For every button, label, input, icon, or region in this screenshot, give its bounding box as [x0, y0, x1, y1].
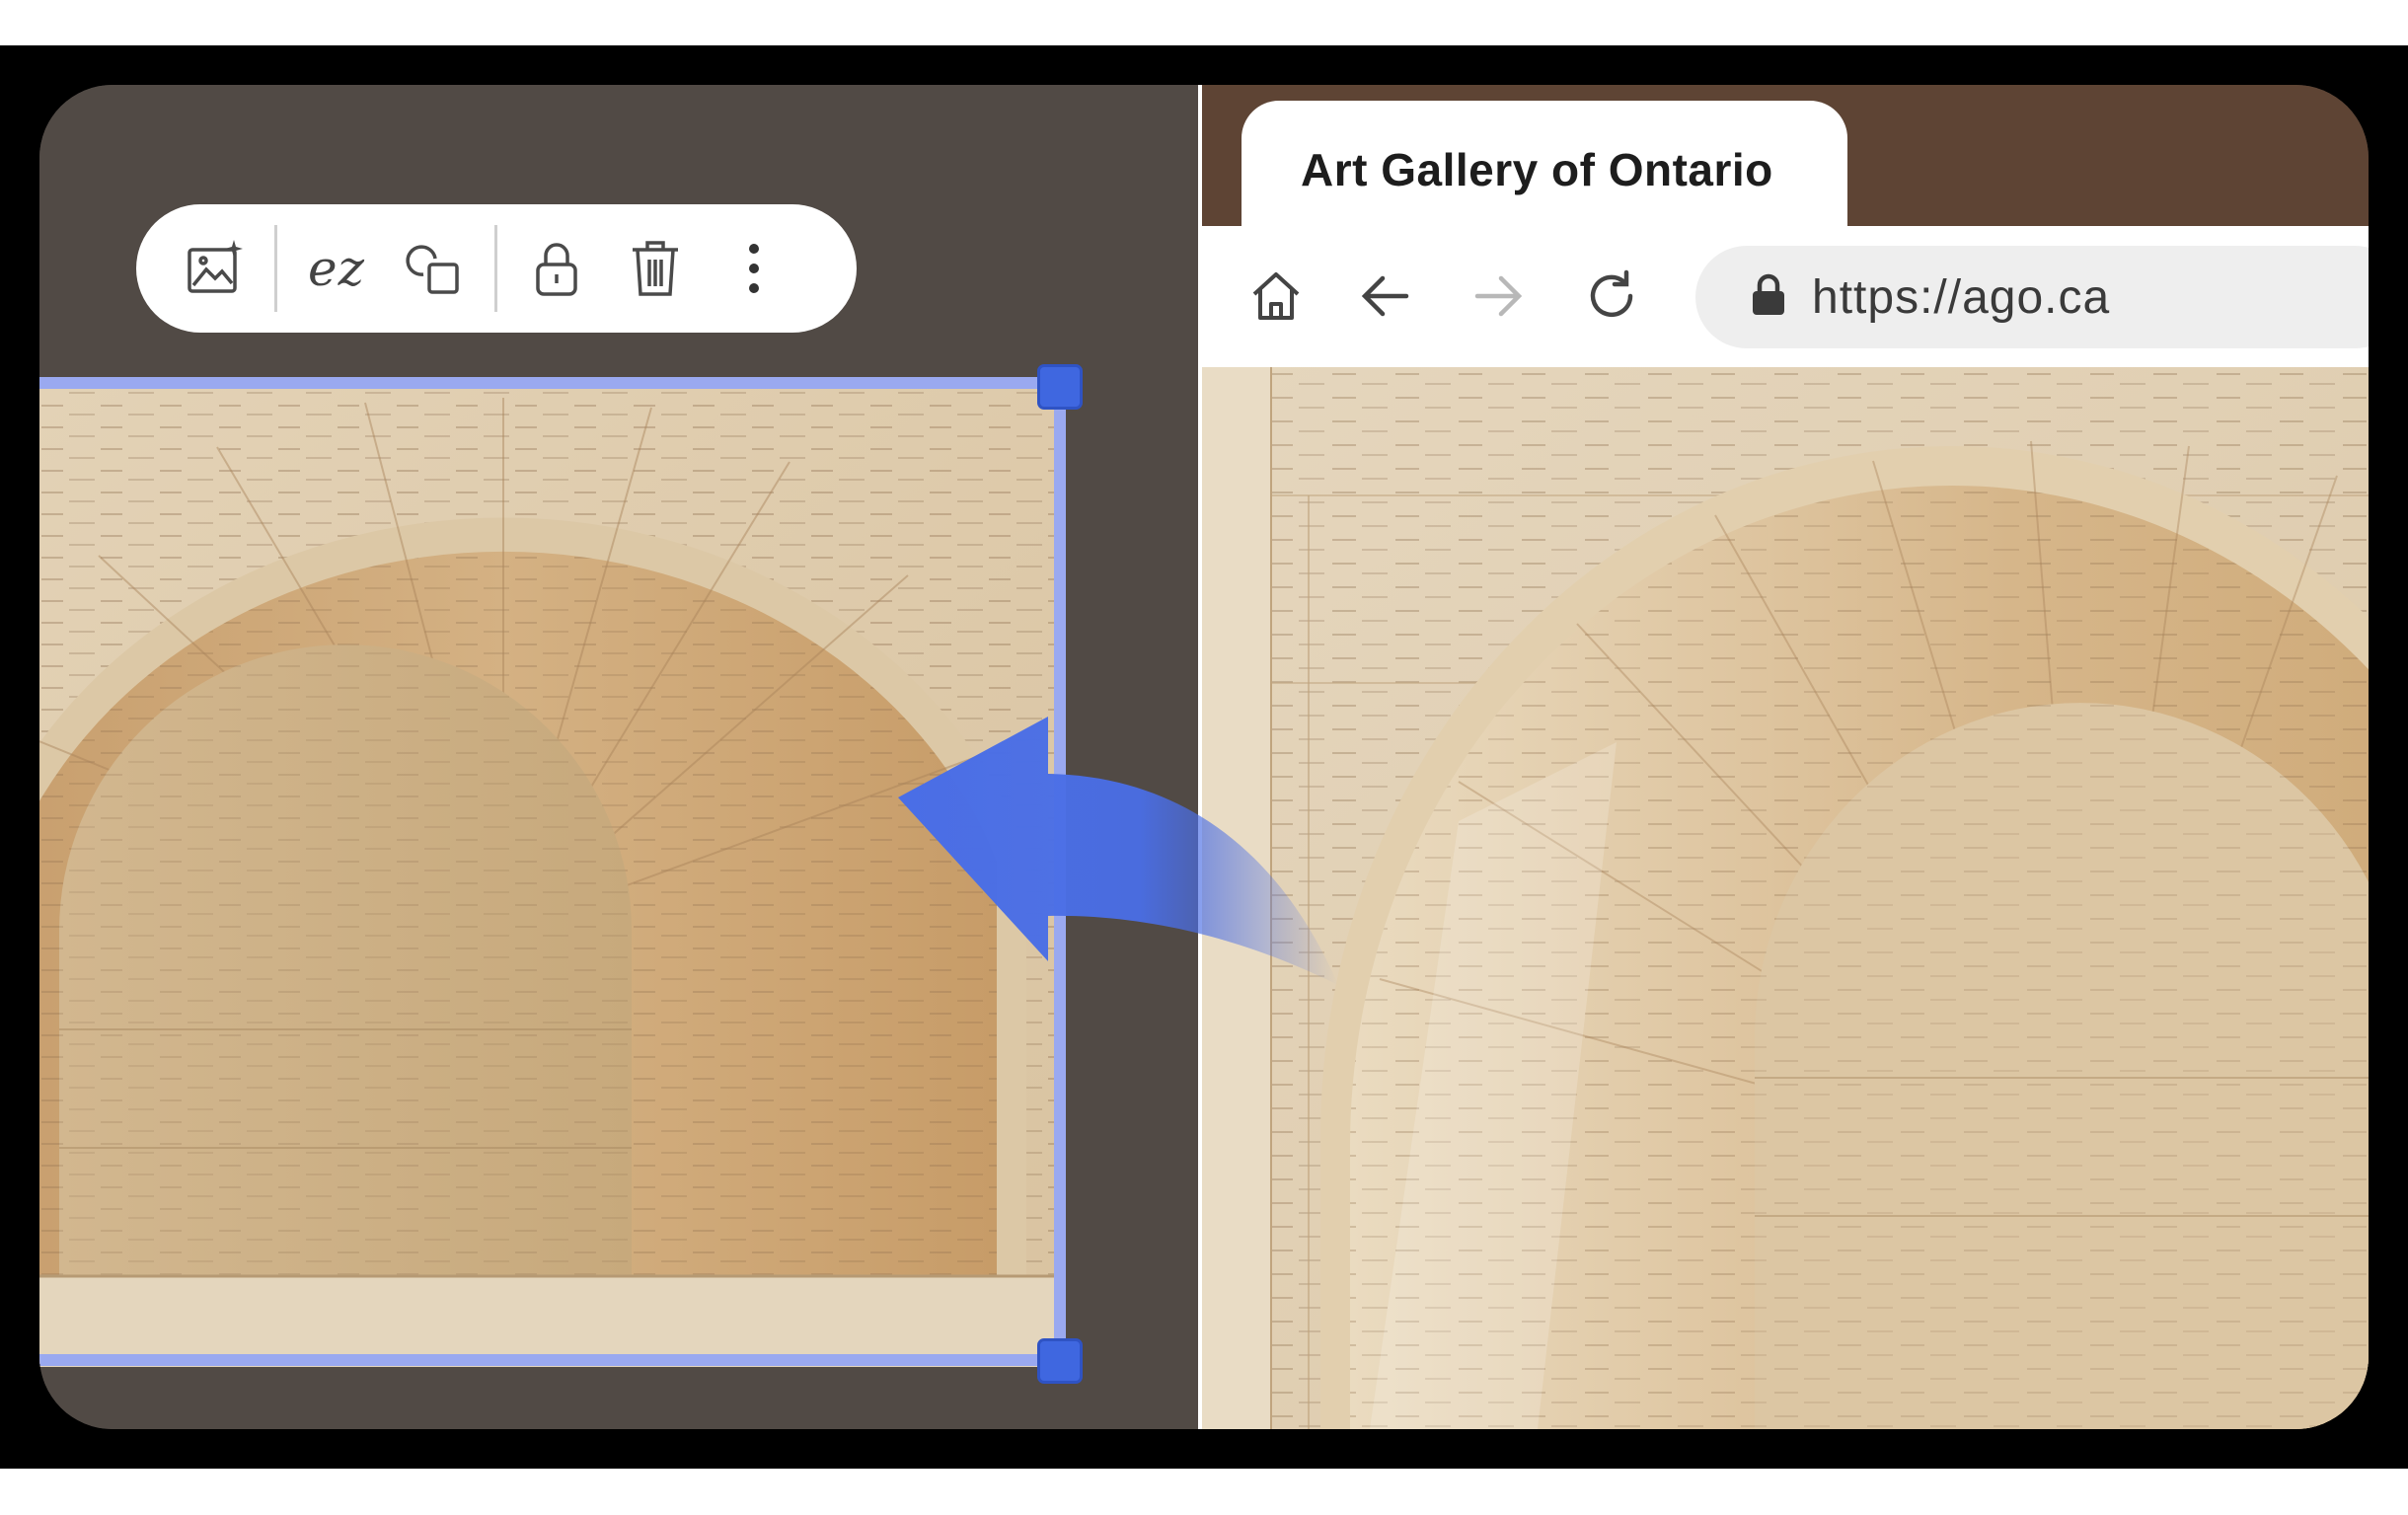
lock-icon: [1751, 273, 1786, 322]
selection-border-right: [1054, 377, 1066, 1366]
forward-arrow-icon[interactable]: [1465, 262, 1534, 331]
back-arrow-icon[interactable]: [1350, 262, 1419, 331]
browser-window: Art Gallery of Ontario https://ago.ca: [1202, 85, 2369, 1429]
url-text: https://ago.ca: [1812, 270, 2111, 324]
ez-logo: ez: [308, 240, 365, 297]
toolbar-separator: [494, 225, 497, 312]
resize-handle-bottom-right[interactable]: [1037, 1338, 1083, 1384]
selection-border-bottom: [39, 1354, 1066, 1366]
floating-toolbar: ez: [136, 204, 857, 333]
trash-icon[interactable]: [606, 219, 705, 318]
selection-border-top: [39, 377, 1066, 389]
more-vertical-icon[interactable]: [705, 219, 803, 318]
reload-icon[interactable]: [1577, 262, 1646, 331]
ez-logo-button[interactable]: ez: [287, 219, 386, 318]
resize-handle-top-right[interactable]: [1037, 364, 1083, 410]
website-arch-image: [1202, 367, 2369, 1429]
browser-navbar: https://ago.ca: [1202, 226, 2369, 367]
toolbar-separator: [274, 225, 277, 312]
selected-arch-image[interactable]: [39, 378, 1060, 1367]
browser-tab[interactable]: Art Gallery of Ontario: [1242, 101, 1847, 239]
image-sparkle-icon[interactable]: [166, 219, 264, 318]
copy-shapes-icon[interactable]: [386, 219, 485, 318]
app-frame: ez Art Gallery of Ontario https://ago.ca: [39, 85, 2369, 1429]
address-bar[interactable]: https://ago.ca: [1695, 246, 2369, 348]
tab-title: Art Gallery of Ontario: [1301, 144, 1773, 195]
home-icon[interactable]: [1242, 262, 1311, 331]
lock-icon[interactable]: [507, 219, 606, 318]
editor-canvas[interactable]: ez: [39, 85, 1198, 1429]
